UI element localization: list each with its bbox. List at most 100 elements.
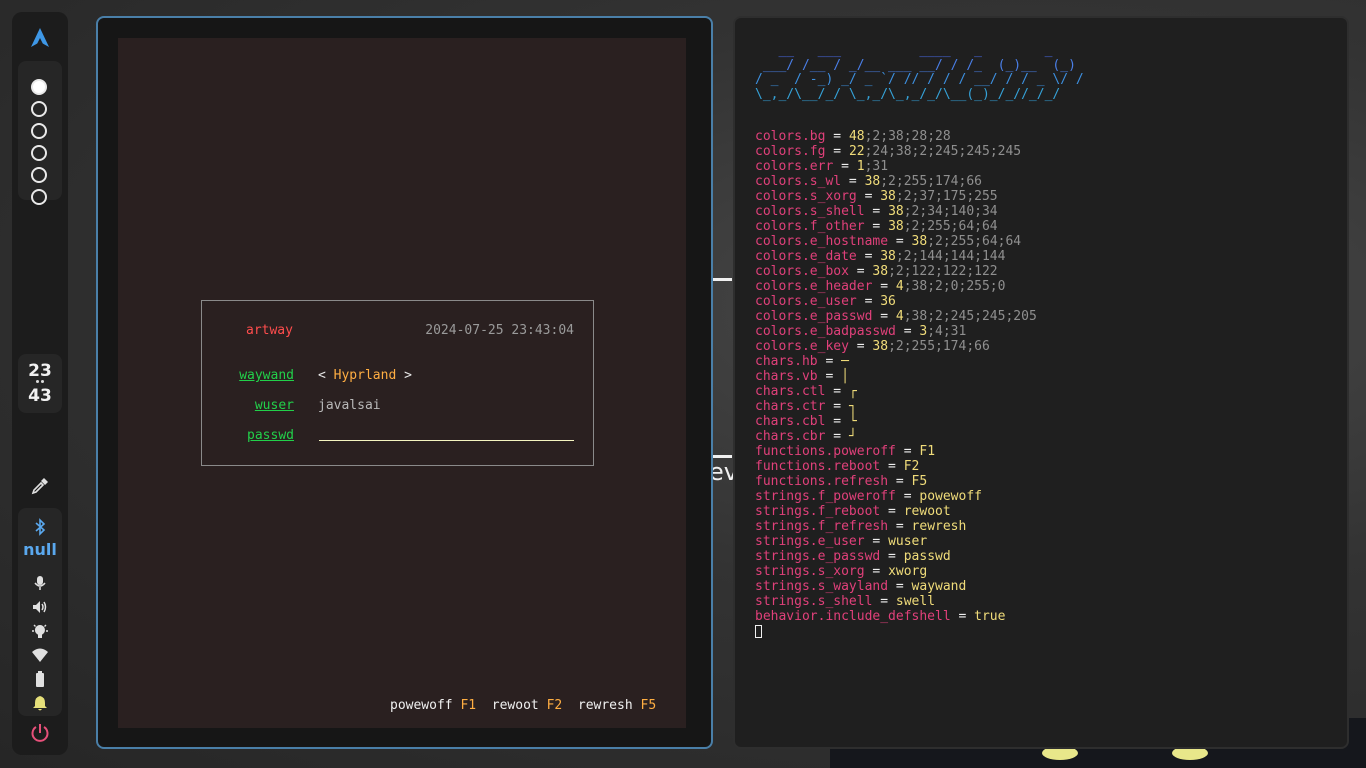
config-value-extra: ;2;255;64;64	[903, 219, 998, 234]
terminal-window[interactable]: __ ___ ____ _ _ ___/ /__ / _/__ ___ __/ …	[733, 16, 1349, 749]
config-equals: =	[888, 579, 912, 594]
config-key: strings.f_reboot	[755, 504, 881, 519]
workspace-2-indicator[interactable]	[31, 101, 47, 117]
system-tray: null	[18, 508, 62, 716]
config-line: chars.cbl = └	[755, 414, 1037, 429]
config-value: 38	[888, 219, 904, 234]
config-value: F5	[911, 474, 928, 489]
config-line: colors.e_passwd = 4;38;2;245;245;205	[755, 309, 1037, 324]
config-value-extra: ;2;37;175;255	[895, 189, 998, 204]
config-key: strings.e_user	[755, 534, 865, 549]
config-line: chars.cbr = ┘	[755, 429, 1037, 444]
workspace-switcher	[18, 61, 62, 205]
config-equals: =	[825, 399, 849, 414]
power-icon[interactable]	[29, 722, 51, 744]
config-value: 4	[895, 309, 904, 324]
volume-icon[interactable]	[31, 598, 49, 616]
config-key: colors.s_xorg	[755, 189, 857, 204]
config-line: colors.e_badpasswd = 3;4;31	[755, 324, 1037, 339]
config-value: └	[848, 414, 857, 429]
config-value: 38	[872, 264, 889, 279]
config-equals: =	[856, 294, 881, 309]
config-key: chars.cbr	[755, 429, 826, 444]
config-value: 1	[856, 159, 865, 174]
username-field[interactable]: javalsai	[318, 398, 381, 413]
refresh-key: F5	[640, 698, 657, 713]
config-line: strings.e_user = wuser	[755, 534, 1037, 549]
greeter-window[interactable]: artway 2024-07-25 23:43:04 waywand < Hyp…	[96, 16, 713, 749]
poweroff-label[interactable]: powewoff	[390, 698, 453, 713]
config-value: waywand	[911, 579, 967, 594]
config-line: chars.ctl = ┌	[755, 384, 1037, 399]
config-value-extra: ;2;255;174;66	[888, 339, 990, 354]
config-value-extra: ;24;38;2;245;245;245	[864, 144, 1022, 159]
workspace-1-indicator[interactable]	[31, 79, 47, 95]
config-equals: =	[825, 384, 849, 399]
config-value-extra: ;2;122;122;122	[888, 264, 998, 279]
config-value: 48	[848, 129, 865, 144]
wifi-icon[interactable]	[31, 646, 49, 664]
config-equals: =	[950, 609, 975, 624]
session-selector[interactable]: < Hyprland >	[318, 368, 412, 383]
ascii-art-line: \_,_/\__/_/ \_,_/\_,_/_/\__(_)_/_//_/_/	[755, 86, 1061, 102]
config-value-extra: ;2;255;174;66	[880, 174, 982, 189]
workspace-6-indicator[interactable]	[31, 189, 47, 205]
config-listing: colors.bg = 48;2;38;28;28 colors.fg = 22;…	[755, 129, 1037, 639]
workspace-5-indicator[interactable]	[31, 167, 47, 183]
config-key: functions.poweroff	[755, 444, 896, 459]
config-key: colors.err	[755, 159, 834, 174]
prompt-line[interactable]	[755, 624, 1037, 639]
config-line: strings.f_refresh = rewresh	[755, 519, 1037, 534]
color-picker-icon[interactable]	[30, 476, 50, 496]
config-value: 22	[848, 144, 865, 159]
clock[interactable]: 23 43	[18, 354, 62, 413]
password-field[interactable]	[319, 440, 574, 441]
ascii-art-banner: __ ___ ____ _ _ ___/ /__ / _/__ ___ __/ …	[755, 43, 1084, 102]
config-equals: =	[888, 519, 912, 534]
config-key: colors.e_date	[755, 249, 857, 264]
workspace-4-indicator[interactable]	[31, 145, 47, 161]
arch-logo-icon[interactable]	[28, 26, 52, 50]
config-value-extra: ;2;34;140;34	[903, 204, 998, 219]
config-equals: =	[817, 369, 842, 384]
workspace-3-indicator[interactable]	[31, 123, 47, 139]
config-line: strings.e_passwd = passwd	[755, 549, 1037, 564]
battery-icon[interactable]	[31, 670, 49, 688]
config-line: colors.e_key = 38;2;255;174;66	[755, 339, 1037, 354]
config-key: chars.vb	[755, 369, 818, 384]
config-value: xworg	[888, 564, 928, 579]
config-value: 38	[864, 174, 881, 189]
config-value: 38	[888, 204, 904, 219]
config-key: colors.e_badpasswd	[755, 324, 896, 339]
config-key: strings.f_poweroff	[755, 489, 896, 504]
config-line: colors.f_other = 38;2;255;64;64	[755, 219, 1037, 234]
config-line: colors.e_user = 36	[755, 294, 1037, 309]
config-value-extra: ;2;255;64;64	[927, 234, 1022, 249]
config-value: passwd	[903, 549, 951, 564]
reboot-key: F2	[546, 698, 563, 713]
config-equals: =	[872, 309, 896, 324]
config-value: rewoot	[903, 504, 951, 519]
user-label: wuser	[254, 398, 294, 413]
bluetooth-icon[interactable]	[31, 518, 49, 536]
config-value: powewoff	[919, 489, 982, 504]
brightness-icon[interactable]	[31, 622, 49, 640]
config-equals: =	[864, 564, 889, 579]
config-line: colors.s_xorg = 38;2;37;175;255	[755, 189, 1037, 204]
config-key: strings.e_passwd	[755, 549, 881, 564]
notification-bell-icon[interactable]	[31, 694, 49, 712]
microphone-icon[interactable]	[31, 574, 49, 592]
clock-minute: 43	[28, 386, 52, 406]
config-value: 38	[911, 234, 928, 249]
refresh-label[interactable]: rewresh	[578, 698, 633, 713]
poweroff-key: F1	[460, 698, 477, 713]
config-line: strings.s_xorg = xworg	[755, 564, 1037, 579]
config-value: 38	[872, 339, 889, 354]
config-equals: =	[848, 339, 873, 354]
reboot-label[interactable]: rewoot	[492, 698, 539, 713]
clock-separator	[36, 380, 44, 384]
config-value-extra: ;2;38;28;28	[864, 129, 951, 144]
config-line: colors.s_wl = 38;2;255;174;66	[755, 174, 1037, 189]
config-equals: =	[872, 594, 896, 609]
wallpaper-silhouette	[830, 748, 1366, 768]
